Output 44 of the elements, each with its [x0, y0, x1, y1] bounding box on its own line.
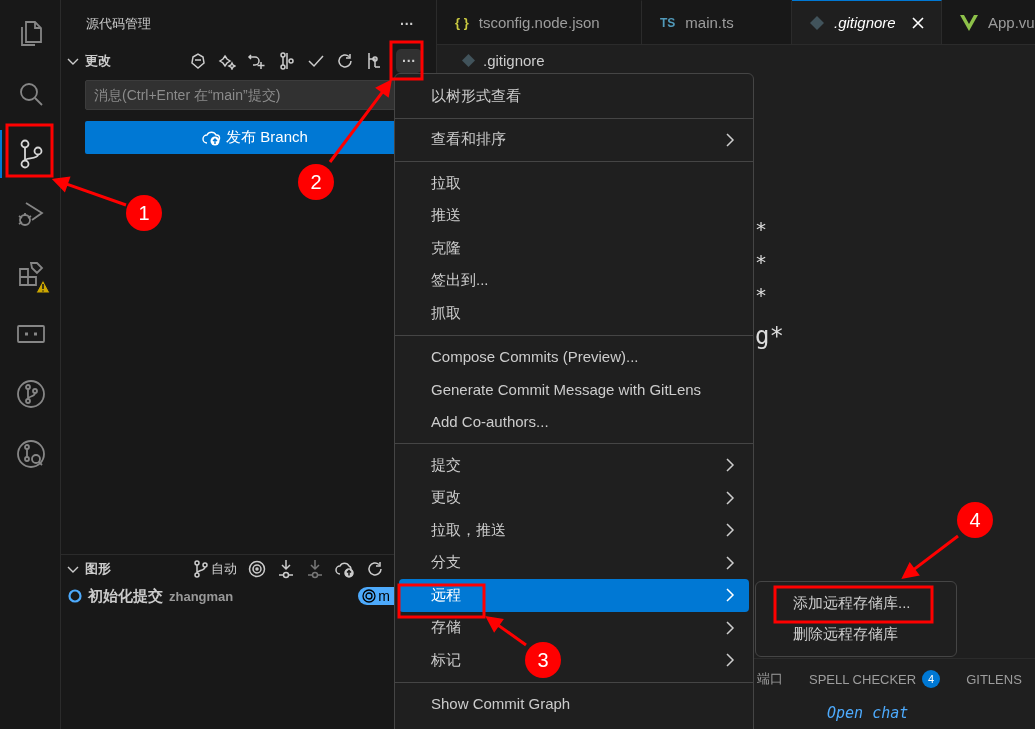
more-actions-button[interactable]: ···: [396, 49, 422, 73]
commit-message[interactable]: 初始化提交: [88, 586, 163, 606]
breadcrumb[interactable]: .gitignore: [483, 51, 545, 69]
menu-item[interactable]: 标记: [431, 650, 461, 670]
menu-item[interactable]: 删除远程存储库: [760, 619, 952, 650]
panel-tab[interactable]: SPELL CHECKER 4: [809, 670, 941, 688]
code-text: *: [755, 250, 768, 274]
panel-tab[interactable]: 端口: [757, 670, 783, 688]
more-actions-button[interactable]: ···: [400, 16, 414, 32]
menu-item[interactable]: 签出到...: [399, 264, 749, 297]
menu-item[interactable]: 存储: [431, 618, 461, 638]
step-marker: 4: [957, 502, 993, 538]
branch-tag: m: [358, 587, 394, 605]
commit-author: zhangman: [169, 588, 234, 604]
menu-item[interactable]: 拉取，推送: [431, 520, 506, 540]
section-title: 图形: [85, 560, 111, 578]
editor-tab[interactable]: .gitignore: [792, 0, 942, 44]
step-marker: 3: [525, 642, 561, 678]
menu-item[interactable]: Show Commit Graph: [399, 687, 749, 720]
auto-button[interactable]: 自动: [193, 559, 237, 579]
editor-tab[interactable]: { } tsconfig.node.json: [437, 0, 642, 44]
menu-item[interactable]: 提交: [431, 455, 461, 475]
step-marker: 1: [126, 195, 162, 231]
menu-item[interactable]: Add Co-authors...: [399, 405, 749, 438]
menu-item[interactable]: 拉取: [399, 167, 749, 200]
menu-item[interactable]: 抓取: [399, 297, 749, 330]
editor-tab[interactable]: App.vu: [942, 0, 1035, 44]
menu-item[interactable]: 推送: [399, 199, 749, 232]
chat-link[interactable]: Open chat: [827, 704, 909, 722]
menu-item[interactable]: Generate Commit Message with GitLens: [399, 373, 749, 406]
menu-item[interactable]: 查看和排序: [431, 130, 506, 150]
code-text: *: [755, 283, 768, 307]
code-text: *: [755, 217, 768, 241]
step-marker: 2: [298, 164, 334, 200]
code-text: g*: [755, 322, 784, 350]
panel-title: 源代码管理: [86, 15, 151, 33]
menu-item[interactable]: 添加远程存储库...: [760, 588, 952, 619]
section-title: 更改: [85, 52, 111, 70]
menu-item[interactable]: Compose Commits (Preview)...: [399, 340, 749, 373]
menu-item[interactable]: 更改: [431, 488, 461, 508]
panel-tab[interactable]: GITLENS: [966, 671, 1022, 687]
menu-item[interactable]: 克隆: [399, 232, 749, 265]
menu-item[interactable]: 远程: [399, 579, 749, 612]
menu-item[interactable]: 分支: [431, 553, 461, 573]
